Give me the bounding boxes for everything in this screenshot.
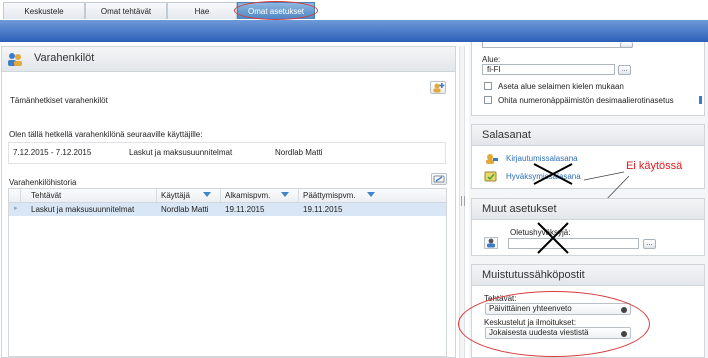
button-label: ...	[646, 240, 653, 247]
settings-column: Alue: fi-FI ... Aseta alue selaimen kiel…	[458, 42, 708, 358]
row-user: Nordlab Matti	[161, 205, 209, 214]
header-tehtavat[interactable]: Tehtävät	[21, 189, 157, 202]
header-spacer	[9, 189, 21, 202]
deputies-panel: Varahenkilöt Tämänhetkiset varahenkilöt …	[1, 46, 456, 358]
reminder-emails-panel: Muistutussähköpostit Tehtävät: Päivittäi…	[458, 264, 705, 358]
add-deputy-button[interactable]	[430, 81, 446, 94]
edit-icon	[433, 175, 445, 183]
reminder-emails-title: Muistutussähköpostit	[482, 269, 585, 281]
tab-omat-asetukset[interactable]: Omat asetukset	[237, 2, 315, 19]
add-user-icon	[433, 83, 445, 93]
header-label: Alkamispvm.	[225, 191, 271, 200]
other-settings-header: Muut asetukset	[472, 199, 704, 220]
default-approver-icon	[484, 237, 498, 249]
row-expand-icon[interactable]: ▸	[14, 204, 18, 212]
other-settings-title: Muut asetukset	[482, 203, 557, 215]
header-alkamispvm[interactable]: Alkamispvm.	[221, 189, 299, 202]
reminder-emails-header: Muistutussähköpostit	[472, 265, 704, 286]
history-table-header: Tehtävät Käyttäjä Alkamispvm. Päättymisp…	[9, 189, 446, 203]
cross-out-icon	[537, 222, 569, 254]
default-approver-field[interactable]	[508, 238, 639, 249]
history-label: Varahenkilöhistoria	[9, 178, 77, 187]
current-deputies-label: Tämänhetkiset varahenkilöt	[10, 96, 108, 105]
current-deputy-text: Olen tällä hetkellä varahenkilönä seuraa…	[9, 130, 203, 139]
tab-label: Hae	[194, 7, 210, 16]
default-approver-browse-button[interactable]: ...	[643, 239, 656, 249]
tab-label: Omat asetukset	[247, 7, 305, 16]
splitter-grip-icon	[461, 196, 465, 206]
current-deputy-user: Nordlab Matti	[275, 148, 323, 157]
row-task: Laskut ja maksusuunnitelmat	[31, 205, 135, 214]
header-label: Käyttäjä	[161, 191, 190, 200]
table-row[interactable]: ▸ Laskut ja maksusuunnitelmat Nordlab Ma…	[9, 203, 446, 216]
tab-keskustele[interactable]: Keskustele	[3, 2, 85, 19]
reminder-highlight-ellipse	[458, 291, 650, 357]
row-end: 19.11.2015	[303, 205, 343, 214]
deputies-icon	[7, 52, 23, 66]
deputies-title: Varahenkilöt	[34, 52, 95, 64]
row-start: 19.11.2015	[225, 205, 265, 214]
top-tab-bar: Keskustele Omat tehtävät Hae Omat asetuk…	[0, 0, 708, 21]
header-kayttaja[interactable]: Käyttäjä	[157, 189, 221, 202]
edit-history-button[interactable]	[431, 173, 447, 185]
header-paattymispvm[interactable]: Päättymispvm.	[299, 189, 384, 202]
history-table: Tehtävät Käyttäjä Alkamispvm. Päättymisp…	[8, 188, 447, 357]
header-label: Päättymispvm.	[303, 191, 356, 200]
tab-label: Keskustele	[24, 7, 64, 16]
current-deputy-task: Laskut ja maksusuunnitelmat	[129, 148, 233, 157]
tab-hae[interactable]: Hae	[167, 2, 237, 19]
filter-icon[interactable]	[281, 192, 289, 197]
deputies-panel-header: Varahenkilöt	[2, 47, 455, 72]
header-band	[0, 20, 708, 42]
filter-icon[interactable]	[367, 192, 375, 197]
header-label: Tehtävät	[31, 191, 62, 200]
current-deputy-box: 7.12.2015 - 7.12.2015 Laskut ja maksusuu…	[8, 142, 446, 164]
tab-label: Omat tehtävät	[100, 7, 152, 16]
current-deputy-dates: 7.12.2015 - 7.12.2015	[13, 148, 92, 157]
filter-icon[interactable]	[203, 192, 211, 197]
tab-omat-tehtavat[interactable]: Omat tehtävät	[85, 2, 167, 19]
other-settings-panel: Muut asetukset Oletushyväksyjä: ...	[471, 198, 705, 256]
